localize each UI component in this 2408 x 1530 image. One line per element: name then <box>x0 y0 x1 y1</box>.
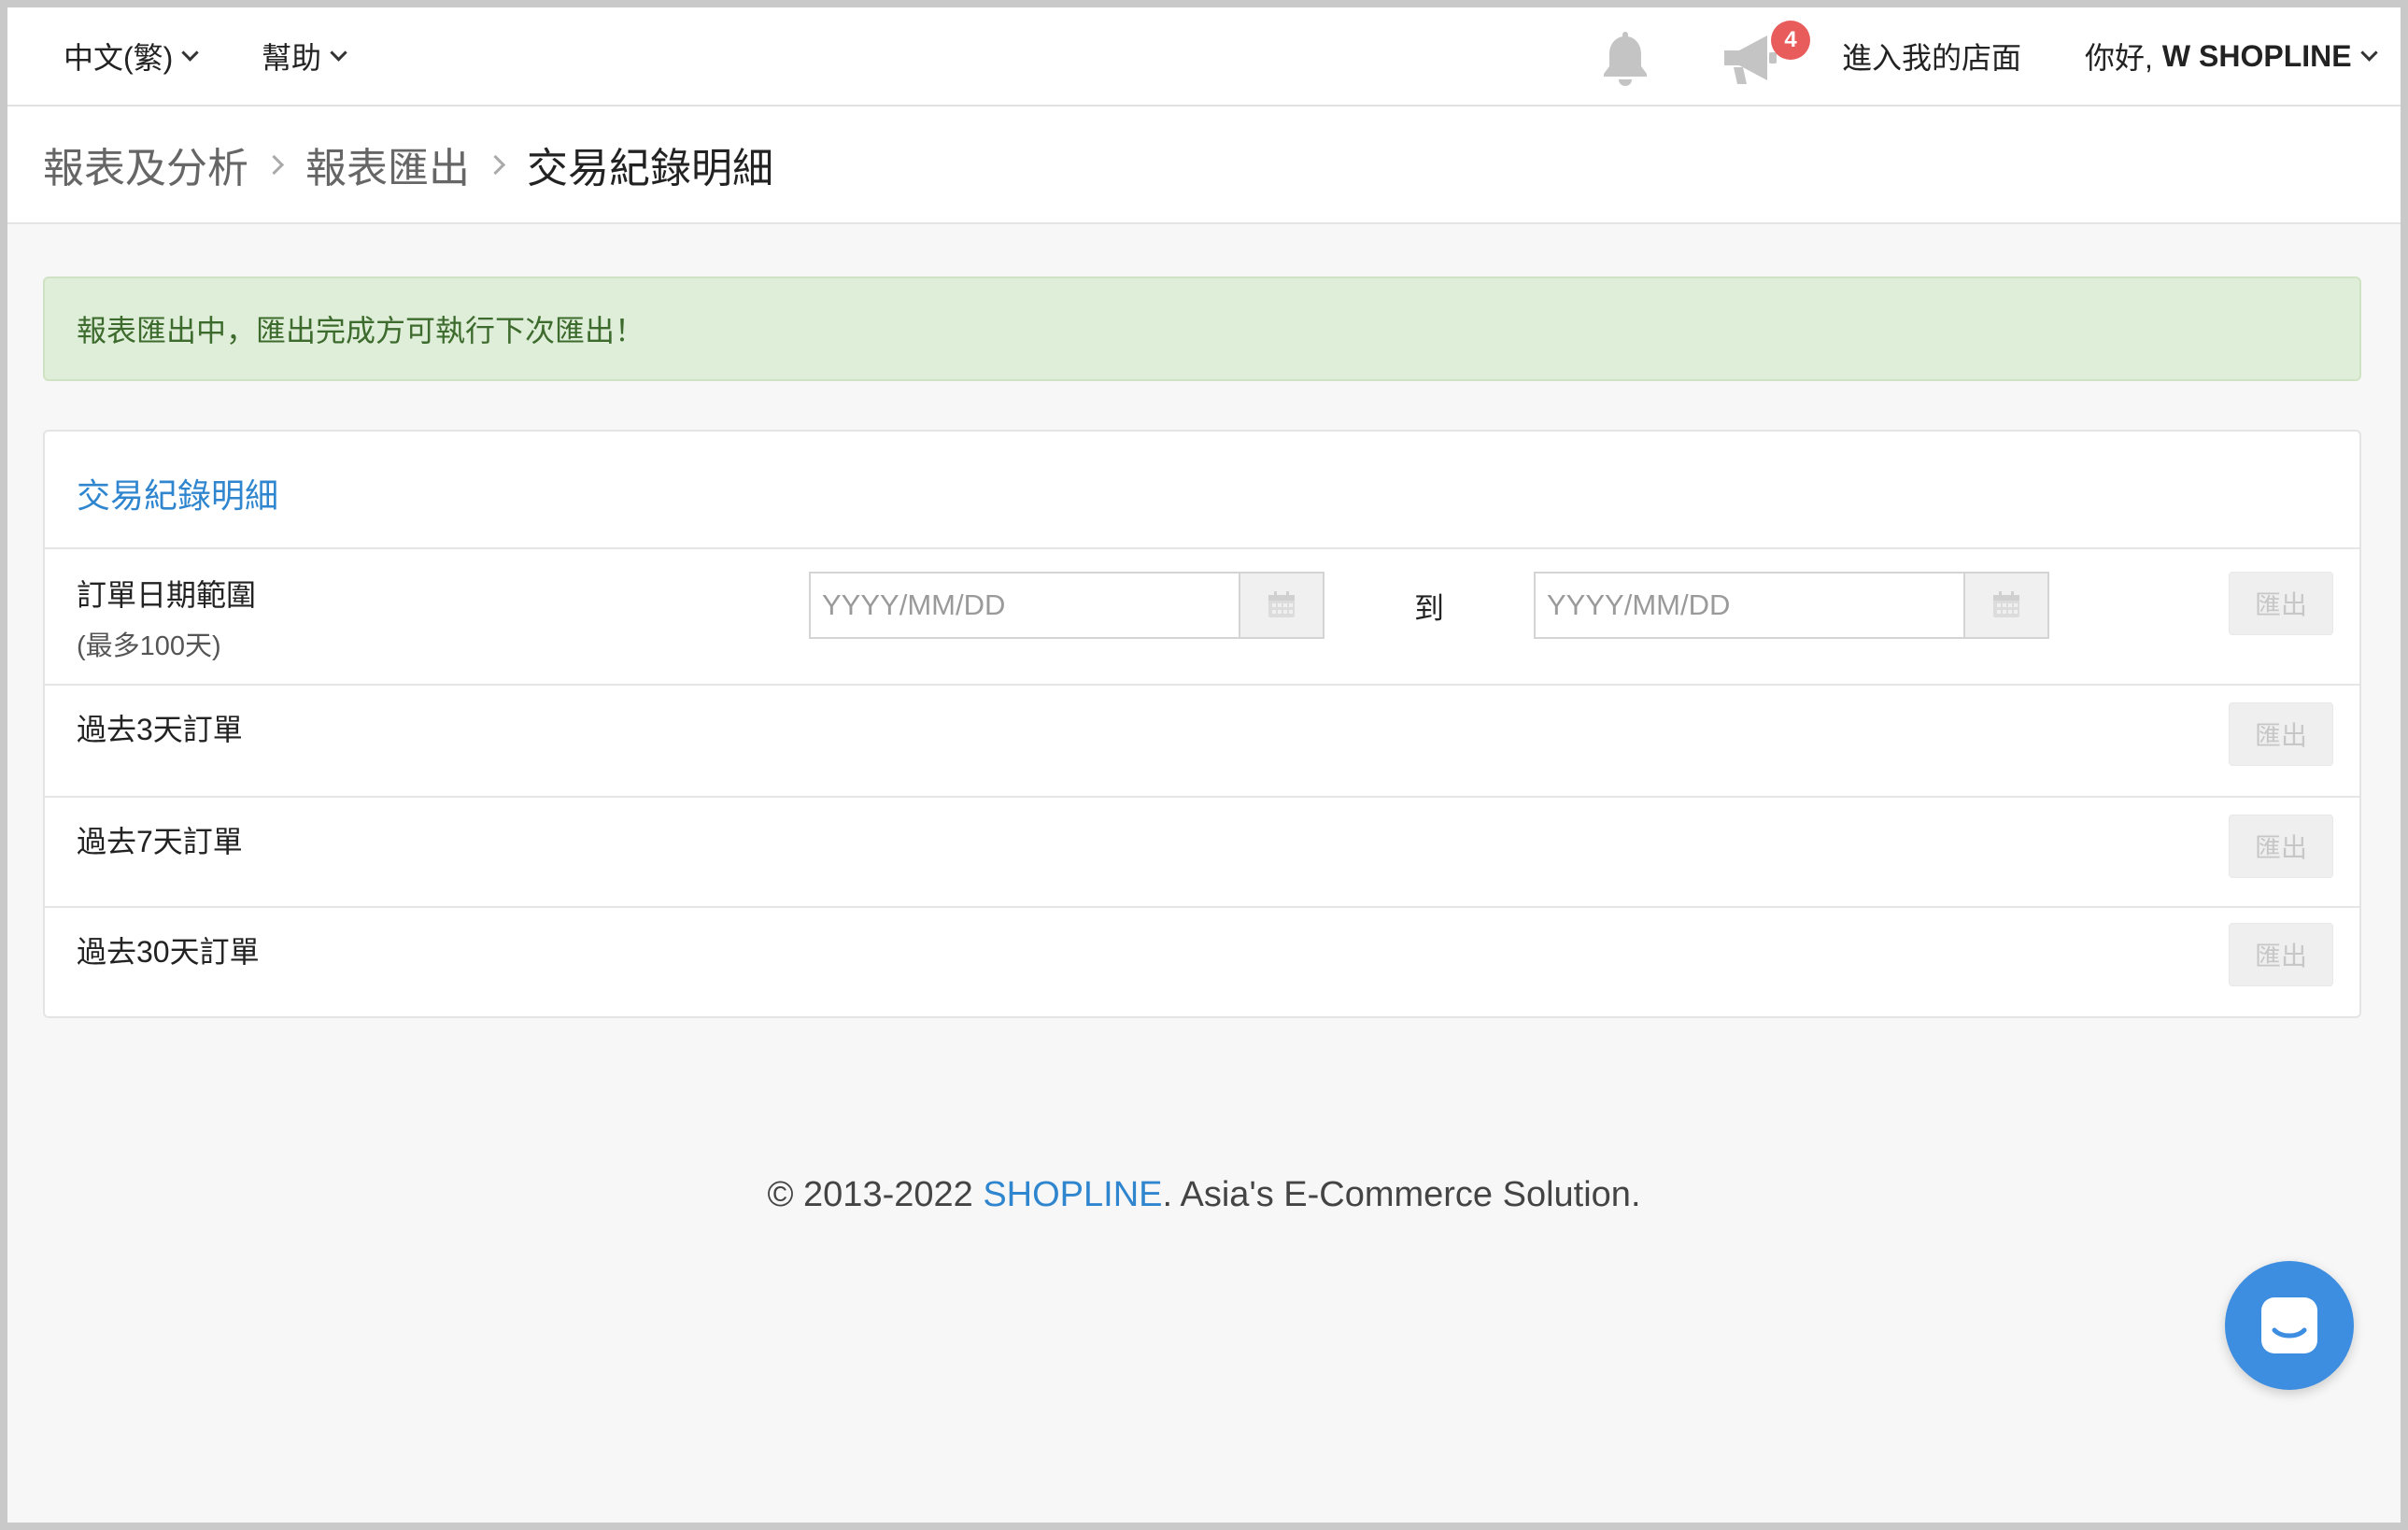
footer: © 2013-2022 SHOPLINE. Asia's E-Commerce … <box>7 1175 2401 1215</box>
alert-message: 報表匯出中，匯出完成方可執行下次匯出！ <box>77 314 645 347</box>
breadcrumb: 報表及分析 報表匯出 交易紀錄明細 <box>43 106 773 222</box>
breadcrumb-bar: 報表及分析 報表匯出 交易紀錄明細 <box>7 106 2401 224</box>
export-panel: 交易紀錄明細 訂單日期範圍 (最多100天) YYYY/MM/DD 到 YYYY… <box>43 430 2361 1018</box>
calendar-icon[interactable] <box>1963 574 2047 637</box>
help-label: 幫助 <box>262 41 322 75</box>
storefront-link[interactable]: 進入我的店面 <box>1842 7 2021 105</box>
chevron-right-icon <box>485 154 506 175</box>
panel-title: 交易紀錄明細 <box>77 476 279 515</box>
app-frame: 中文(繁) 幫助 4 進入我的店面 你好, W SHOPLINE 報表及分析 報… <box>7 7 2401 1523</box>
notification-count-badge: 4 <box>1771 21 1810 60</box>
date-range-to-label: 到 <box>1414 591 1445 625</box>
chevron-down-icon <box>181 43 200 62</box>
breadcrumb-item-export[interactable]: 報表匯出 <box>305 135 470 194</box>
chevron-down-icon <box>330 43 347 62</box>
footer-tagline: . Asia's E-Commerce Solution. <box>1162 1175 1641 1214</box>
chat-launcher-button[interactable] <box>2225 1261 2354 1390</box>
user-menu[interactable]: 你好, W SHOPLINE <box>2085 7 2378 105</box>
language-dropdown[interactable]: 中文(繁) <box>64 7 200 105</box>
export-past-3-days-button[interactable]: 匯出 <box>2229 702 2333 766</box>
export-in-progress-alert: 報表匯出中，匯出完成方可執行下次匯出！ <box>43 276 2361 381</box>
date-range-label: 訂單日期範圍 <box>77 578 257 612</box>
breadcrumb-item-reports[interactable]: 報表及分析 <box>43 135 248 194</box>
past-30-days-row: 過去30天訂單 匯出 <box>45 906 2359 1016</box>
chevron-down-icon <box>2359 43 2378 62</box>
footer-brand-link[interactable]: SHOPLINE <box>983 1175 1162 1214</box>
end-date-picker <box>1534 572 2049 639</box>
export-past-30-days-button[interactable]: 匯出 <box>2229 923 2333 986</box>
start-date-input[interactable] <box>811 574 1239 637</box>
greeting-text: 你好, <box>2085 41 2153 75</box>
past-3-days-row: 過去3天訂單 匯出 <box>45 684 2359 796</box>
past-30-days-label: 過去30天訂單 <box>77 935 260 969</box>
chevron-right-icon <box>263 154 285 175</box>
past-7-days-row: 過去7天訂單 匯出 <box>45 796 2359 906</box>
help-dropdown[interactable]: 幫助 <box>262 7 347 105</box>
past-3-days-label: 過去3天訂單 <box>77 713 243 746</box>
calendar-icon[interactable] <box>1239 574 1323 637</box>
export-past-7-days-button[interactable]: 匯出 <box>2229 815 2333 878</box>
date-range-row: 訂單日期範圍 (最多100天) YYYY/MM/DD 到 YYYY/MM/DD … <box>45 547 2359 684</box>
bell-icon[interactable] <box>1597 28 1653 88</box>
start-date-picker <box>809 572 1324 639</box>
top-navbar: 中文(繁) 幫助 4 進入我的店面 你好, W SHOPLINE <box>7 7 2401 106</box>
user-name: W SHOPLINE <box>2161 38 2352 73</box>
language-label: 中文(繁) <box>64 41 174 75</box>
footer-copyright: © 2013-2022 <box>767 1175 984 1214</box>
end-date-input[interactable] <box>1536 574 1963 637</box>
past-7-days-label: 過去7天訂單 <box>77 825 243 858</box>
export-date-range-button[interactable]: 匯出 <box>2229 572 2333 635</box>
date-range-note: (最多100天) <box>77 631 221 661</box>
breadcrumb-current: 交易紀錄明細 <box>527 146 773 191</box>
chat-icon <box>2261 1297 2317 1353</box>
